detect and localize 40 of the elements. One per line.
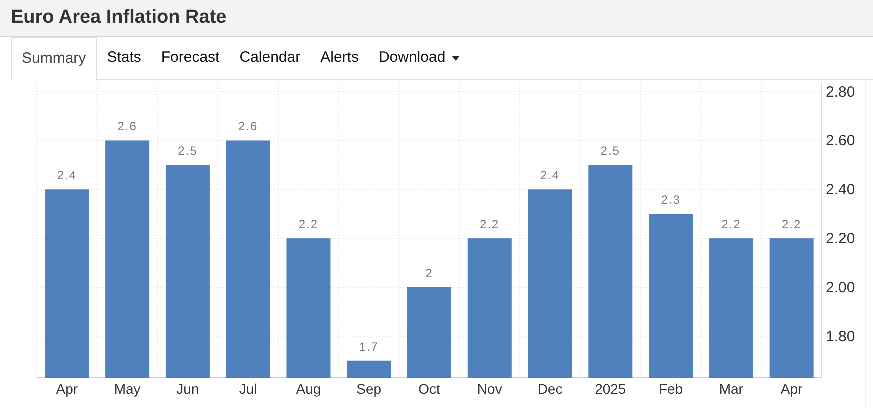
value-label: 2.4 [540,168,560,183]
tab[interactable]: Summary [11,37,98,80]
axis-label: 2025 [595,381,626,397]
tab[interactable]: Forecast [151,37,230,80]
axis-label: Jul [239,381,258,397]
bar [347,360,392,378]
axis-label: Aug [296,381,322,397]
axis-label: 2.40 [826,182,856,199]
value-label: 2.6 [238,120,258,134]
tab[interactable]: Download [368,37,470,80]
value-label: 2 [426,266,434,280]
axis-label: 2.00 [826,280,856,296]
value-label: 2.5 [600,144,620,158]
value-label: 2.2 [298,218,319,232]
value-label: 2.2 [722,218,742,232]
axis-label: Oct [418,381,440,397]
tab[interactable]: Calendar [230,37,311,80]
tab[interactable]: Alerts [310,37,369,80]
value-label: 2.3 [661,193,681,208]
axis-label: Apr [780,381,803,397]
axis-label: 2.80 [826,84,856,101]
axis-label: May [114,381,141,397]
tab[interactable]: Stats [97,37,152,80]
axis-label: 1.80 [826,328,856,346]
value-label: 2.6 [118,120,138,134]
value-label: 2.2 [782,218,802,232]
axis-label: Sep [356,381,382,397]
value-label: 1.7 [359,340,379,354]
value-label: 2.4 [57,168,78,183]
axis-label: 2.20 [826,230,856,248]
axis-label: Mar [719,381,744,397]
axis-label: Apr [56,381,78,397]
axis-label: Feb [658,381,684,397]
value-label: 2.5 [178,144,198,158]
value-label: 2.2 [480,218,500,232]
axis-label: Jun [176,381,200,397]
axis-label: Dec [538,381,563,397]
axis-label: Nov [477,381,502,397]
axis-label: 2.60 [826,132,856,150]
page-title: Euro Area Inflation Rate [11,6,227,30]
